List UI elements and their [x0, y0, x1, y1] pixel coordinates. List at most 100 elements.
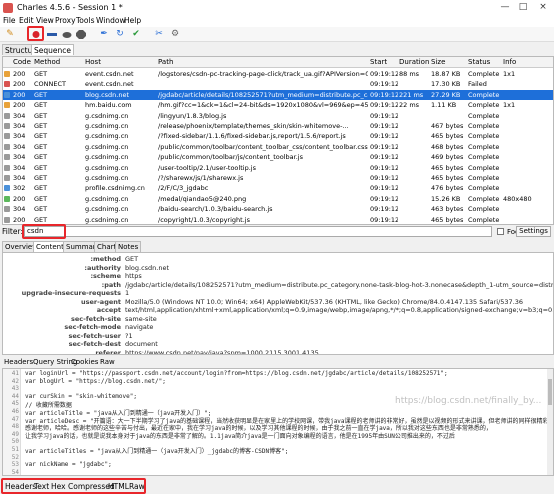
column-code[interactable]: Code	[13, 58, 31, 66]
table-row[interactable]: 200 GET g.csdnimg.cn/copyright/1.0.3/copyr…	[3, 215, 553, 224]
cell-method: GET	[34, 111, 48, 120]
settings-icon[interactable]: ⚙	[169, 29, 181, 40]
response-body-panel[interactable]: 41 42 43 44 45 46 47 48 49 50 51 52 53 54 var loginUr…	[2, 368, 554, 476]
request-type-icon	[4, 185, 10, 192]
menu-proxy[interactable]: Proxy	[55, 16, 76, 25]
table-row[interactable]: 304 GET g.csdnimg.cn /?fixed-sidebar/1.1.6/…	[3, 131, 553, 141]
close-button[interactable]: ×	[536, 1, 550, 13]
table-row[interactable]: 304 GET g.csdnimg.cn/release/phoenix/templ…	[3, 121, 553, 131]
column-duration[interactable]: Duration	[399, 58, 429, 66]
header-key: sec-fetch-mode	[64, 323, 121, 331]
table-row[interactable]: 200 GET hm.baidu.com/hm.gif?cc=1&ck=1&cl=2…	[3, 100, 553, 110]
cell-host: g.csdnimg.cn	[85, 142, 129, 151]
cell-method: CONNECT	[34, 80, 66, 89]
column-method[interactable]: Method	[34, 58, 60, 66]
cell-start: 09:19:12	[370, 122, 398, 130]
menu-tools[interactable]: Tools	[76, 16, 94, 25]
cell-code: 304	[13, 122, 26, 130]
breakpoint-icon[interactable]	[61, 29, 73, 40]
window-title: Charles 4.5.6 - Session 1 *	[17, 3, 123, 12]
toolbar: ✎ ✒ ↻ ✔ ✂ ⚙	[0, 26, 554, 42]
refresh-icon[interactable]: ↻	[114, 29, 126, 40]
response-view-tabs: Headers Text Hex Compressed HTML Raw	[0, 478, 554, 494]
menu-help[interactable]: Help	[124, 16, 141, 25]
table-row[interactable]: 304 GET g.csdnimg.cn/baidu-search/1.0.3/ba…	[3, 204, 553, 214]
table-row[interactable]: 304 GET g.csdnimg.cn/public/common/toolbar…	[3, 142, 553, 152]
check-icon[interactable]: ✔	[130, 29, 142, 40]
throttle-icon[interactable]	[46, 29, 58, 40]
broom-icon[interactable]: ✎	[4, 29, 16, 40]
cell-code: 304	[13, 153, 26, 162]
cell-path: /copyright/1.0.3/copyright.js	[158, 215, 250, 224]
line-number-gutter: 41 42 43 44 45 46 47 48 49 50 51 52 53 54	[3, 369, 21, 475]
cell-size: 465 bytes	[431, 174, 464, 182]
table-row[interactable]: 304 GET g.csdnimg.cn /?/sharewx/js/1/sharew…	[3, 173, 553, 183]
cell-code: 304	[13, 163, 26, 172]
menu-file[interactable]: File	[3, 16, 16, 25]
cell-size: 476 bytes	[431, 184, 464, 193]
header-row: referer https://www.csdn.net/nav/java?spm…	[3, 349, 553, 355]
filter-input[interactable]: csdn	[24, 226, 492, 237]
title-bar: Charles 4.5.6 - Session 1 * — □ ×	[0, 0, 554, 16]
line-number: 51	[11, 446, 19, 453]
line-number: 50	[11, 438, 19, 446]
table-row[interactable]: 304 GET g.csdnimg.cn/public/common/toolbar…	[3, 152, 553, 162]
code-line: var blogUrl = "https://blog.csdn.net/";	[25, 377, 166, 385]
charles-app-icon	[3, 3, 13, 13]
subtab-headers[interactable]: Headers	[4, 357, 33, 367]
cell-start: 09:19:12	[370, 215, 398, 224]
cell-start: 09:19:12	[370, 70, 398, 78]
column-info[interactable]: Info	[503, 58, 516, 66]
cell-path: /hm.gif?cc=1&ck=1&cl=24-bit&ds=1920x1080…	[158, 101, 368, 110]
column-status[interactable]: Status	[468, 58, 490, 66]
column-path[interactable]: Path	[158, 58, 173, 66]
tools-icon[interactable]: ✂	[153, 29, 165, 40]
settings-button[interactable]: Settings	[516, 226, 551, 237]
scrollbar-thumb[interactable]	[548, 379, 552, 405]
line-number: 41	[11, 370, 19, 377]
maximize-button[interactable]: □	[516, 1, 530, 13]
minimize-button[interactable]: —	[498, 1, 512, 13]
cell-start: 09:19:12	[370, 132, 398, 141]
menu-view[interactable]: View	[36, 16, 54, 25]
vertical-scrollbar[interactable]	[547, 369, 553, 475]
cell-host: blog.csdn.net	[85, 90, 130, 99]
subtab-raw[interactable]: Raw	[100, 357, 115, 367]
cell-status: Complete	[468, 163, 500, 172]
cell-host: g.csdnimg.cn	[85, 215, 129, 224]
table-row[interactable]: 200 CONNECT event.csdn.net 09:19:12 17.30 KB…	[3, 79, 553, 89]
tab-notes[interactable]: Notes	[115, 241, 142, 252]
table-row[interactable]: 200 GET g.csdnimg.cn/medal/qiandao5@240.pn…	[3, 194, 553, 204]
cell-status: Failed	[468, 80, 487, 89]
cell-start: 09:19:12	[370, 194, 398, 203]
menu-window[interactable]: Window	[96, 16, 126, 25]
cell-method: GET	[34, 142, 48, 151]
cell-status: Complete	[468, 194, 500, 203]
column-host[interactable]: Host	[85, 58, 101, 66]
table-row[interactable]: 304 GET g.csdnimg.cn/user-tooltip/2.1/user…	[3, 163, 553, 173]
menu-edit[interactable]: Edit	[19, 16, 34, 25]
cell-duration: 88 ms	[399, 70, 420, 78]
cell-duration: 221 ms	[399, 90, 424, 99]
cell-path: /user-tooltip/2.1/user-tooltip.js	[158, 163, 256, 172]
column-size[interactable]: Size	[431, 58, 445, 66]
table-row[interactable]: 302 GET profile.csdnimg.cn/2/F/C/3_jgdabc 0…	[3, 183, 553, 193]
record-highlight-box	[27, 26, 44, 41]
cell-path: /jgdabc/article/details/108252571?utm_me…	[158, 90, 368, 99]
cell-host: g.csdnimg.cn	[85, 111, 129, 120]
cell-start: 09:19:12	[370, 184, 398, 193]
stop-icon[interactable]	[75, 29, 87, 40]
pen-icon[interactable]: ✒	[98, 29, 110, 40]
tab-sequence[interactable]: Sequence	[31, 44, 74, 55]
table-row[interactable]: 200 GET event.csdn.net/logstores/csdn-pc-t…	[3, 69, 553, 79]
subtab-cookies[interactable]: Cookies	[71, 357, 98, 367]
header-key: :method	[90, 255, 121, 263]
table-row[interactable]: 200 GET blog.csdn.net/jgdabc/article/detai…	[3, 89, 553, 100]
table-row[interactable]: 304 GET g.csdnimg.cn/lingyun/1.8.3/blog.js…	[3, 111, 553, 121]
cell-code: 302	[13, 184, 26, 193]
focused-checkbox[interactable]	[497, 228, 504, 235]
header-key: sec-fetch-site	[71, 314, 121, 323]
column-start[interactable]: Start	[370, 58, 387, 66]
cell-start: 09:19:12	[370, 142, 398, 151]
code-line: var nickName = "jgdabc";	[25, 461, 112, 469]
